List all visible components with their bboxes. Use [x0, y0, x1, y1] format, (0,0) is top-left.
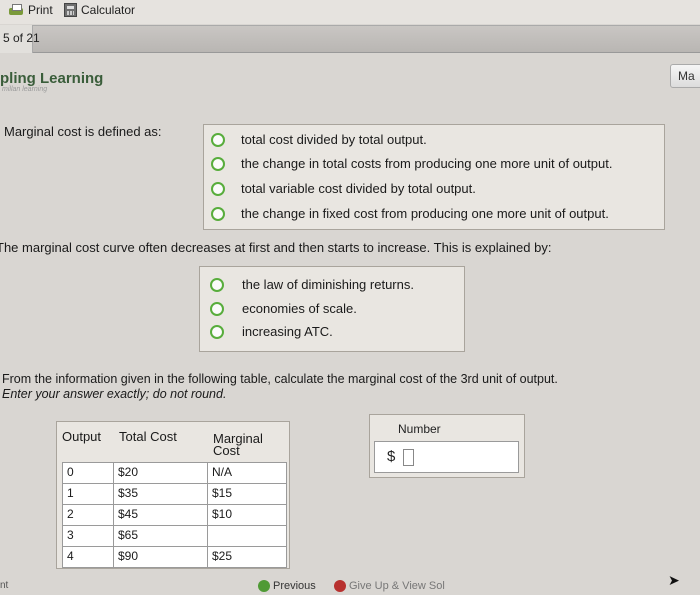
answer-input[interactable]: $ — [374, 441, 519, 473]
table-cell: $20 — [113, 462, 208, 484]
brand-subtitle: millan learning — [2, 86, 48, 93]
previous-label: Previous — [273, 580, 316, 592]
table-header-marginal-cost: Marginal Cost — [213, 431, 263, 458]
print-button[interactable]: Print — [8, 3, 53, 17]
printer-icon — [8, 4, 24, 16]
q2-option-1: the law of diminishing returns. — [242, 277, 414, 292]
q2-option-2: economies of scale. — [242, 301, 357, 316]
q2-radio-2[interactable] — [210, 302, 224, 316]
table-cell: $25 — [207, 546, 287, 568]
table-cell: 2 — [62, 504, 114, 526]
progress-text: 5 of 21 — [3, 31, 40, 45]
table-cell: 4 — [62, 546, 114, 568]
map-button[interactable]: Ma — [670, 64, 700, 88]
table-cell: N/A — [207, 462, 287, 484]
q3-instruction: Enter your answer exactly; do not round. — [2, 387, 227, 401]
cost-table: Output Total Cost Marginal Cost 0 $20 N/A 1… — [56, 421, 290, 569]
q2-choices: the law of diminishing returns. economie… — [199, 266, 465, 352]
q1-radio-1[interactable] — [211, 133, 225, 147]
table-cell: $90 — [113, 546, 208, 568]
table-header-total-cost: Total Cost — [119, 429, 177, 444]
answer-label: Number — [398, 422, 441, 436]
q2-radio-1[interactable] — [210, 278, 224, 292]
footer-left-text: nt — [0, 580, 9, 591]
progress-bar — [0, 25, 700, 53]
table-cell: $45 — [113, 504, 208, 526]
table-cell — [207, 525, 287, 547]
q3-prompt: From the information given in the follow… — [2, 372, 558, 386]
table-cell: 0 — [62, 462, 114, 484]
q1-option-3: total variable cost divided by total out… — [241, 181, 476, 196]
q1-option-2: the change in total costs from producing… — [241, 156, 613, 171]
previous-button[interactable]: Previous — [258, 580, 316, 592]
q1-choices: total cost divided by total output. the … — [203, 124, 665, 230]
calculator-icon — [64, 3, 77, 17]
q1-radio-4[interactable] — [211, 207, 225, 221]
give-up-label: Give Up & View Sol — [349, 580, 445, 592]
q2-radio-3[interactable] — [210, 325, 224, 339]
answer-value[interactable] — [403, 449, 414, 466]
brand-title: pling Learning — [0, 70, 104, 87]
q2-option-3: increasing ATC. — [242, 324, 333, 339]
table-cell: $65 — [113, 525, 208, 547]
calculator-label: Calculator — [81, 3, 136, 17]
q1-prompt: Marginal cost is defined as: — [4, 124, 162, 139]
answer-panel: Number $ — [369, 414, 525, 478]
q1-option-4: the change in fixed cost from producing … — [241, 206, 609, 221]
table-cell: $10 — [207, 504, 287, 526]
give-up-button[interactable]: Give Up & View Sol — [334, 580, 474, 592]
q1-option-1: total cost divided by total output. — [241, 132, 427, 147]
table-cell: $35 — [113, 483, 208, 505]
table-cell: 3 — [62, 525, 114, 547]
give-up-icon — [334, 580, 346, 592]
table-cell: 1 — [62, 483, 114, 505]
dollar-prefix: $ — [387, 448, 396, 465]
q1-radio-2[interactable] — [211, 157, 225, 171]
q1-radio-3[interactable] — [211, 182, 225, 196]
q2-prompt: The marginal cost curve often decreases … — [0, 240, 552, 255]
cursor-icon: ➤ — [668, 572, 680, 588]
previous-icon — [258, 580, 270, 592]
print-label: Print — [28, 3, 53, 17]
table-header-output: Output — [62, 429, 102, 444]
calculator-button[interactable]: Calculator — [64, 3, 135, 17]
table-cell: $15 — [207, 483, 287, 505]
